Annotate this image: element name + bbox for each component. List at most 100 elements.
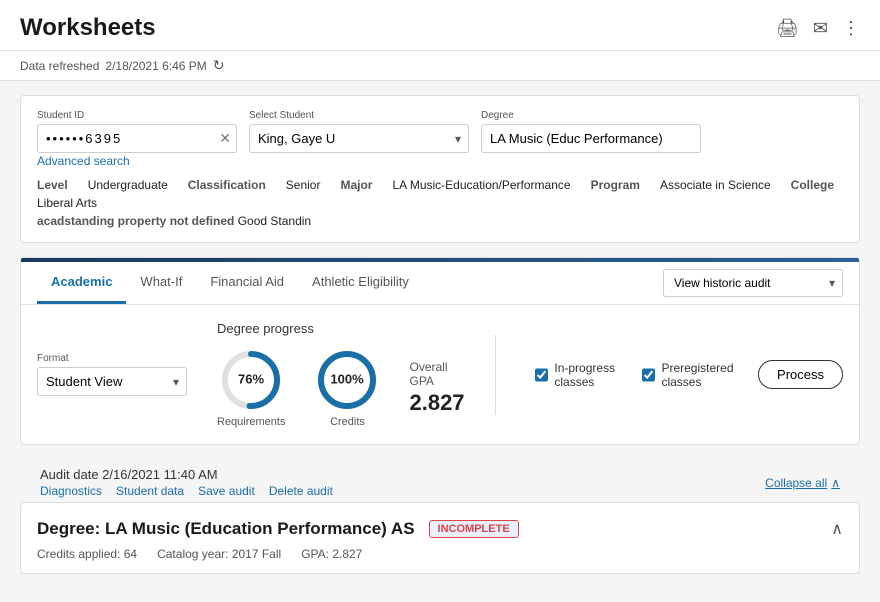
format-select[interactable]: Student View: [37, 367, 187, 396]
collapse-card-button[interactable]: ∧: [831, 519, 843, 539]
student-id-input[interactable]: [37, 124, 237, 153]
credits-applied-value: 64: [124, 547, 137, 561]
level-value: Undergraduate: [88, 178, 168, 192]
save-audit-link[interactable]: Save audit: [198, 484, 255, 498]
audit-bar-links: Diagnostics Student data Save audit Dele…: [40, 484, 333, 498]
search-card: Student ID ✕ Select Student King, Gaye U…: [20, 95, 860, 243]
audit-date-row: Audit date 2/16/2021 11:40 AM: [40, 467, 333, 482]
print-icon[interactable]: 🖨: [776, 18, 799, 39]
credits-circle: 100% Credits: [315, 348, 379, 428]
in-progress-checkbox[interactable]: [535, 368, 548, 382]
progress-area: Format Student View ▾ Degree progress: [21, 305, 859, 444]
degree-label: Degree: [481, 110, 701, 121]
credits-applied-label: Credits applied:: [37, 547, 120, 561]
gpa-meta-value: 2.827: [332, 547, 362, 561]
major-value: LA Music-Education/Performance: [392, 178, 570, 192]
degree-progress-title: Degree progress: [217, 321, 465, 336]
svg-text:100%: 100%: [331, 371, 365, 386]
audit-bar: Audit date 2/16/2021 11:40 AM Diagnostic…: [20, 459, 860, 502]
audit-bar-left: Audit date 2/16/2021 11:40 AM Diagnostic…: [40, 467, 333, 498]
format-select-wrap: Student View ▾: [37, 367, 187, 396]
preregistered-checkbox-item: Preregistered classes: [642, 361, 744, 389]
tabs-area: Academic What-If Financial Aid Athletic …: [20, 257, 860, 445]
student-id-input-wrap: ✕: [37, 124, 237, 153]
main-content: Student ID ✕ Select Student King, Gaye U…: [0, 81, 880, 602]
tab-athletic-eligibility[interactable]: Athletic Eligibility: [298, 262, 423, 304]
tab-financial-aid[interactable]: Financial Aid: [196, 262, 298, 304]
catalog-year-value: 2017 Fall: [232, 547, 281, 561]
header-actions: 🖨 ✉ ⋮: [776, 18, 860, 39]
credits-svg: 100%: [315, 348, 379, 412]
college-label: College: [791, 178, 834, 192]
header: Worksheets 🖨 ✉ ⋮: [0, 0, 880, 51]
circles-row: 76% Requirements 100% Credits Overall: [217, 348, 465, 428]
requirements-label: Requirements: [217, 416, 285, 428]
tabs: Academic What-If Financial Aid Athletic …: [37, 262, 423, 304]
level-label: Level: [37, 178, 68, 192]
vertical-divider: [495, 335, 496, 415]
svg-text:76%: 76%: [238, 371, 264, 386]
degree-card-title-row: Degree: LA Music (Education Performance)…: [37, 519, 519, 539]
gpa-label: Overall GPA: [409, 360, 464, 388]
incomplete-badge: INCOMPLETE: [429, 520, 519, 538]
email-icon[interactable]: ✉: [813, 18, 828, 39]
view-audit-dropdown[interactable]: View historic audit: [663, 269, 843, 297]
student-data-link[interactable]: Student data: [116, 484, 184, 498]
credits-label: Credits: [330, 416, 365, 428]
advanced-search-link[interactable]: Advanced search: [37, 154, 130, 168]
student-id-field: Student ID ✕: [37, 110, 237, 153]
audit-date-value: 2/16/2021 11:40 AM: [102, 467, 217, 482]
degree-progress-section: Degree progress 76% Requirements: [217, 321, 465, 428]
acad-row: acadstanding property not defined Good S…: [37, 214, 843, 228]
requirements-circle: 76% Requirements: [217, 348, 285, 428]
classification-value: Senior: [286, 178, 321, 192]
diagnostics-link[interactable]: Diagnostics: [40, 484, 102, 498]
in-progress-label: In-progress classes: [554, 361, 628, 389]
tab-academic[interactable]: Academic: [37, 262, 126, 304]
format-label: Format: [37, 353, 187, 364]
preregistered-label: Preregistered classes: [661, 361, 744, 389]
degree-card-meta: Credits applied: 64 Catalog year: 2017 F…: [37, 547, 843, 561]
page-title: Worksheets: [20, 14, 156, 42]
preregistered-checkbox[interactable]: [642, 368, 655, 382]
tab-what-if[interactable]: What-If: [126, 262, 196, 304]
refresh-bar: Data refreshed 2/18/2021 6:46 PM ↻: [0, 51, 880, 81]
select-student-dropdown[interactable]: King, Gaye U: [249, 124, 469, 153]
more-icon[interactable]: ⋮: [842, 18, 860, 39]
view-audit-inner: View historic audit ▾: [663, 269, 843, 297]
audit-date-label: Audit date: [40, 467, 99, 482]
select-student-field: Select Student King, Gaye U ▾: [249, 110, 469, 153]
collapse-all-label: Collapse all: [765, 476, 827, 490]
program-label: Program: [591, 178, 640, 192]
gpa-meta-label: GPA:: [301, 547, 329, 561]
major-label: Major: [340, 178, 372, 192]
gpa-item: GPA: 2.827: [301, 547, 362, 561]
gpa-section: Overall GPA 2.827: [409, 360, 464, 416]
process-section: In-progress classes Preregistered classe…: [525, 360, 843, 389]
credits-applied-item: Credits applied: 64: [37, 547, 137, 561]
clear-student-id-button[interactable]: ✕: [219, 130, 231, 147]
refresh-icon[interactable]: ↻: [213, 57, 225, 74]
select-student-label: Select Student: [249, 110, 469, 121]
collapse-all-link[interactable]: Collapse all ∧: [765, 476, 840, 490]
classification-label: Classification: [188, 178, 266, 192]
catalog-year-item: Catalog year: 2017 Fall: [157, 547, 281, 561]
student-info-row: Level Undergraduate Classification Senio…: [37, 178, 843, 210]
degree-input[interactable]: [481, 124, 701, 153]
gpa-value: 2.827: [409, 390, 464, 416]
refresh-label: Data refreshed: [20, 59, 99, 73]
collapse-chevron: ∧: [831, 476, 840, 490]
requirements-svg: 76%: [219, 348, 283, 412]
degree-field: Degree: [481, 110, 701, 153]
in-progress-checkbox-item: In-progress classes: [535, 361, 628, 389]
refresh-date: 2/18/2021 6:46 PM: [105, 59, 206, 73]
format-group: Format Student View ▾: [37, 353, 187, 396]
process-button[interactable]: Process: [758, 360, 843, 389]
degree-card-header: Degree: LA Music (Education Performance)…: [37, 519, 843, 539]
delete-audit-link[interactable]: Delete audit: [269, 484, 333, 498]
tabs-header: Academic What-If Financial Aid Athletic …: [21, 262, 859, 305]
degree-card-title: Degree: LA Music (Education Performance)…: [37, 519, 415, 539]
degree-card: Degree: LA Music (Education Performance)…: [20, 502, 860, 574]
acad-value: Good Standin: [238, 214, 311, 228]
select-student-wrap: King, Gaye U ▾: [249, 124, 469, 153]
